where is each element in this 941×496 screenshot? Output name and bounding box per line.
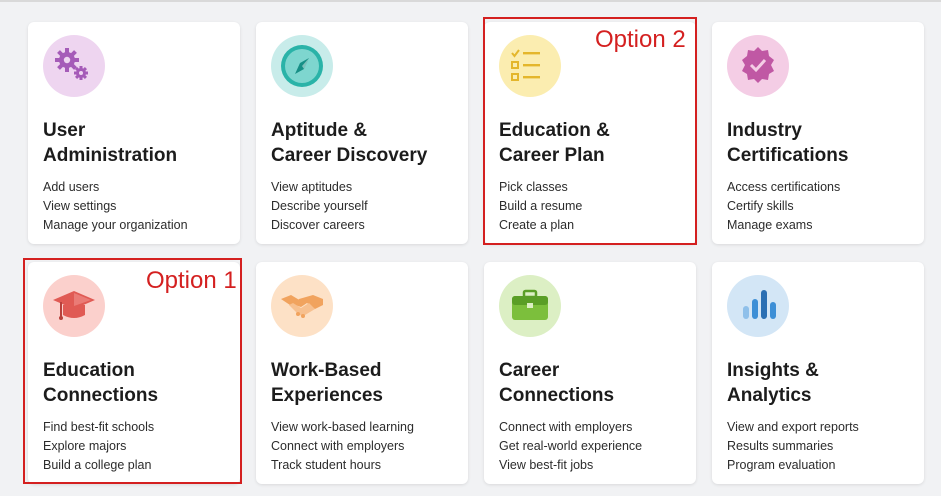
card-links: View aptitudes Describe yourself Discove… — [271, 178, 466, 235]
title-line-2: Connections — [499, 385, 615, 406]
title-line-1: Aptitude & — [271, 120, 368, 141]
card-links: Access certifications Certify skills Man… — [727, 178, 922, 235]
link-manage-exams[interactable]: Manage exams — [727, 216, 922, 235]
link-manage-organization[interactable]: Manage your organization — [43, 216, 238, 235]
link-get-real-world-experience[interactable]: Get real-world experience — [499, 437, 694, 456]
card-industry-certifications[interactable]: Industry Certifications Access certifica… — [712, 22, 924, 244]
graduation-cap-icon — [53, 291, 95, 320]
title-line-2: Certifications — [727, 145, 849, 166]
card-links: View work-based learning Connect with em… — [271, 418, 466, 475]
gears-icon — [55, 48, 88, 80]
link-view-aptitudes[interactable]: View aptitudes — [271, 178, 466, 197]
card-title[interactable]: User Administration — [43, 118, 238, 168]
top-divider — [0, 0, 941, 2]
card-education-connections[interactable]: Education Connections Find best-fit scho… — [28, 262, 240, 484]
link-track-student-hours[interactable]: Track student hours — [271, 456, 466, 475]
title-line-2: Experiences — [271, 385, 383, 406]
card-links: Add users View settings Manage your orga… — [43, 178, 238, 235]
link-add-users[interactable]: Add users — [43, 178, 238, 197]
briefcase-icon — [512, 289, 548, 320]
link-certify-skills[interactable]: Certify skills — [727, 197, 922, 216]
title-line-1: User — [43, 120, 86, 141]
title-line-2: Analytics — [727, 385, 812, 406]
icon-badge — [727, 275, 789, 337]
link-describe-yourself[interactable]: Describe yourself — [271, 197, 466, 216]
icon-badge — [499, 275, 561, 337]
icon-badge — [499, 35, 561, 97]
icon-badge — [43, 275, 105, 337]
icon-badge — [271, 275, 333, 337]
link-build-resume[interactable]: Build a resume — [499, 197, 694, 216]
link-view-settings[interactable]: View settings — [43, 197, 238, 216]
certified-badge-icon — [742, 47, 774, 83]
card-title[interactable]: Work-Based Experiences — [271, 358, 466, 408]
card-title[interactable]: Education Connections — [43, 358, 238, 408]
card-title[interactable]: Education & Career Plan — [499, 118, 694, 168]
link-results-summaries[interactable]: Results summaries — [727, 437, 922, 456]
title-line-2: Administration — [43, 145, 178, 166]
link-view-work-based-learning[interactable]: View work-based learning — [271, 418, 466, 437]
card-career-connections[interactable]: Career Connections Connect with employer… — [484, 262, 696, 484]
compass-icon — [281, 45, 323, 87]
title-line-1: Insights & — [727, 360, 819, 381]
link-access-certifications[interactable]: Access certifications — [727, 178, 922, 197]
title-line-1: Career — [499, 360, 560, 381]
link-find-best-fit-schools[interactable]: Find best-fit schools — [43, 418, 238, 437]
card-links: Pick classes Build a resume Create a pla… — [499, 178, 694, 235]
card-title[interactable]: Aptitude & Career Discovery — [271, 118, 466, 168]
title-line-1: Industry — [727, 120, 802, 141]
icon-badge — [727, 35, 789, 97]
title-line-2: Connections — [43, 385, 159, 406]
link-view-export-reports[interactable]: View and export reports — [727, 418, 922, 437]
link-view-best-fit-jobs[interactable]: View best-fit jobs — [499, 456, 694, 475]
card-work-based-experiences[interactable]: Work-Based Experiences View work-based l… — [256, 262, 468, 484]
icon-badge — [271, 35, 333, 97]
card-title[interactable]: Career Connections — [499, 358, 694, 408]
link-explore-majors[interactable]: Explore majors — [43, 437, 238, 456]
card-insights-analytics[interactable]: Insights & Analytics View and export rep… — [712, 262, 924, 484]
card-links: View and export reports Results summarie… — [727, 418, 922, 475]
card-links: Connect with employers Get real-world ex… — [499, 418, 694, 475]
bar-chart-icon — [743, 290, 776, 319]
checklist-icon — [511, 49, 540, 81]
link-program-evaluation[interactable]: Program evaluation — [727, 456, 922, 475]
link-connect-with-employers[interactable]: Connect with employers — [271, 437, 466, 456]
link-discover-careers[interactable]: Discover careers — [271, 216, 466, 235]
card-education-career-plan[interactable]: Education & Career Plan Pick classes Bui… — [484, 22, 696, 244]
link-build-college-plan[interactable]: Build a college plan — [43, 456, 238, 475]
card-title[interactable]: Industry Certifications — [727, 118, 922, 168]
handshake-icon — [281, 295, 323, 318]
option-2-label: Option 2 — [595, 26, 686, 53]
title-line-1: Education & — [499, 120, 610, 141]
link-connect-with-employers[interactable]: Connect with employers — [499, 418, 694, 437]
link-create-plan[interactable]: Create a plan — [499, 216, 694, 235]
title-line-2: Career Discovery — [271, 145, 428, 166]
icon-badge — [43, 35, 105, 97]
title-line-2: Career Plan — [499, 145, 605, 166]
title-line-1: Education — [43, 360, 135, 381]
link-pick-classes[interactable]: Pick classes — [499, 178, 694, 197]
card-links: Find best-fit schools Explore majors Bui… — [43, 418, 238, 475]
card-title[interactable]: Insights & Analytics — [727, 358, 922, 408]
title-line-1: Work-Based — [271, 360, 382, 381]
card-aptitude-career-discovery[interactable]: Aptitude & Career Discovery View aptitud… — [256, 22, 468, 244]
option-1-label: Option 1 — [146, 267, 237, 294]
card-user-administration[interactable]: User Administration Add users View setti… — [28, 22, 240, 244]
